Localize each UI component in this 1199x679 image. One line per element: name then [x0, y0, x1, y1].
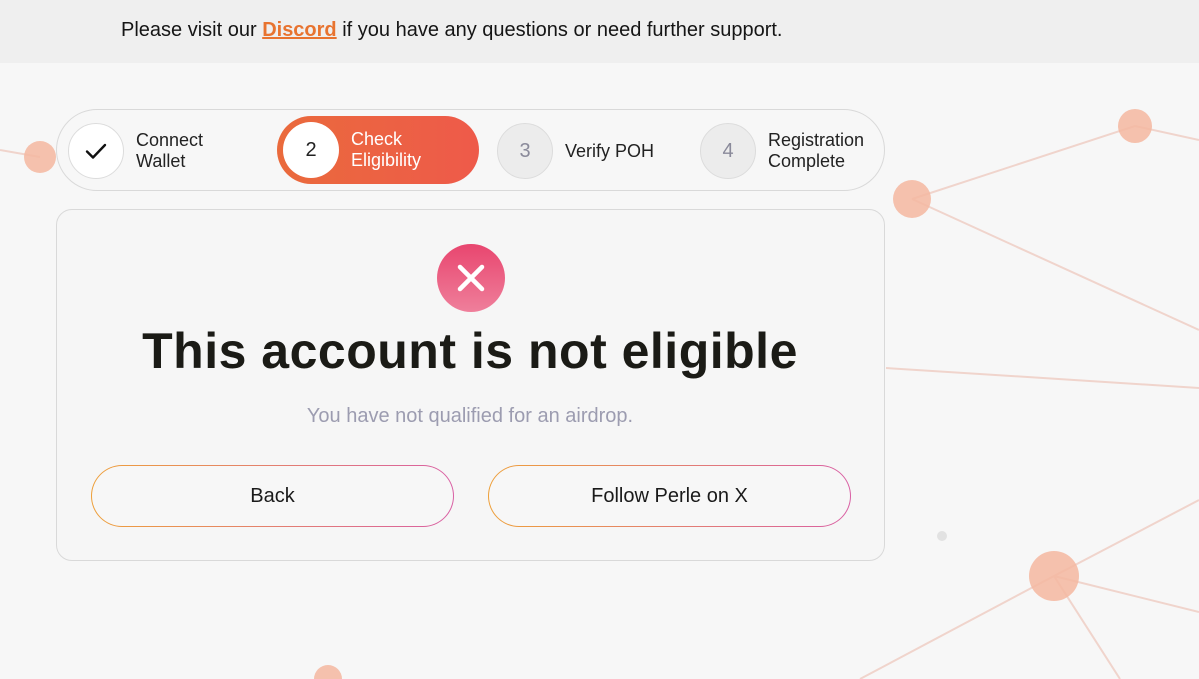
follow-perle-on-x-button[interactable]: Follow Perle on X [488, 465, 851, 527]
back-button[interactable]: Back [91, 465, 454, 527]
step-label: Verify POH [565, 140, 655, 161]
step-label: Check Eligibility [351, 129, 422, 170]
step-registration-complete: 4 Registration Complete [700, 110, 868, 192]
checkmark-icon [68, 123, 124, 179]
step-number: 4 [700, 123, 756, 179]
step-label: Registration Complete [768, 130, 865, 171]
step-verify-poh: 3 Verify POH [497, 110, 665, 192]
eligibility-result-card: This account is not eligible You have no… [56, 209, 885, 561]
step-connect-wallet: Connect Wallet [68, 110, 236, 192]
result-title: This account is not eligible [142, 323, 798, 379]
discord-link[interactable]: Discord [262, 19, 336, 41]
step-label: Connect Wallet [136, 130, 204, 171]
banner-suffix-text: if you have any questions or need furthe… [342, 19, 783, 41]
result-subtitle: You have not qualified for an airdrop. [306, 405, 634, 427]
step-number: 2 [283, 122, 339, 178]
registration-stepper: Connect Wallet 2 Check Eligibility 3 Ver… [56, 109, 885, 191]
step-check-eligibility: 2 Check Eligibility [277, 116, 479, 184]
step-number: 3 [497, 123, 553, 179]
banner-prefix-text: Please visit our [121, 19, 257, 41]
support-banner: Please visit our Discord if you have any… [0, 0, 1199, 63]
close-icon [437, 244, 505, 312]
